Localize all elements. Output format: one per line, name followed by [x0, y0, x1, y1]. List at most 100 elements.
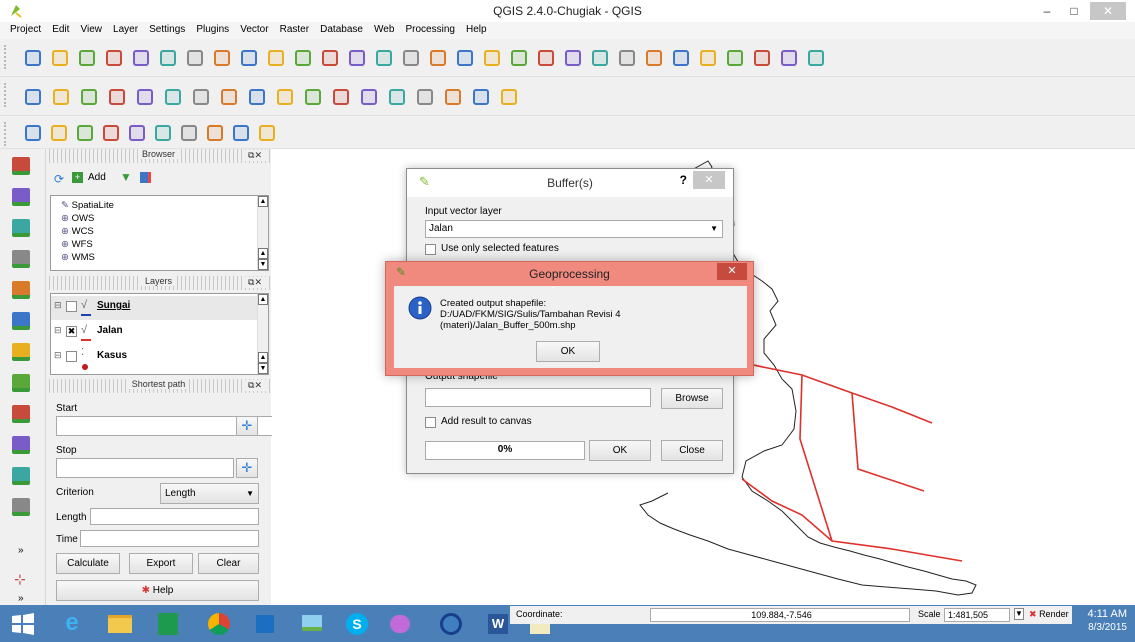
length-output[interactable] [90, 508, 259, 525]
add-postgis-layer-icon[interactable] [74, 122, 96, 144]
collapse-icon[interactable]: ⊟ [54, 325, 62, 336]
minimize-button[interactable]: – [1034, 2, 1060, 20]
layer-visibility-checkbox[interactable]: ✖ [66, 326, 77, 337]
label-move-icon[interactable] [386, 86, 408, 108]
zoom-out-icon[interactable] [265, 47, 287, 69]
close-icon[interactable]: ✕ [717, 263, 747, 280]
export-button[interactable]: Export [129, 553, 193, 574]
add-raster-layer-icon[interactable] [48, 122, 70, 144]
menu-database[interactable]: Database [316, 22, 367, 35]
scroll-up-icon[interactable]: ▲ [258, 248, 268, 259]
new-print-composer-icon[interactable] [130, 47, 152, 69]
add-oracle-icon[interactable] [12, 312, 34, 334]
add-wms-icon[interactable] [12, 374, 34, 396]
add-wfs-layer-icon[interactable] [230, 122, 252, 144]
toolbar-grip[interactable] [4, 83, 9, 107]
deselect-icon[interactable] [535, 47, 557, 69]
layers-tree[interactable]: ⊟ √ Sungai ⊟ ✖ √ Jalan ⊟ ⁚ Kasus ▲ ▲ ▼ [50, 293, 269, 375]
save-project-icon[interactable] [76, 47, 98, 69]
calculate-button[interactable]: Calculate [56, 553, 120, 574]
chrome-icon[interactable] [198, 609, 238, 639]
add-feature-icon[interactable] [106, 86, 128, 108]
delete-selected-icon[interactable] [190, 86, 212, 108]
select-icon[interactable] [508, 47, 530, 69]
collapse-icon[interactable]: ⊟ [54, 300, 62, 311]
copy-features-icon[interactable] [246, 86, 268, 108]
scroll-up-icon[interactable]: ▲ [258, 352, 268, 363]
expand-icon[interactable]: » [18, 545, 24, 556]
outlook-icon[interactable] [246, 609, 286, 639]
csw-icon[interactable] [498, 86, 520, 108]
refresh-icon[interactable] [454, 47, 476, 69]
add-spatialite-layer-icon[interactable] [100, 122, 122, 144]
store-icon[interactable] [148, 609, 188, 639]
add-icon[interactable]: + [72, 172, 83, 183]
filter-icon[interactable]: ▼ [120, 170, 132, 184]
zoom-next-icon[interactable] [427, 47, 449, 69]
toggle-editing-icon[interactable] [50, 86, 72, 108]
panel-float-close-icon[interactable]: ⧉✕ [243, 277, 267, 288]
add-wcs-icon[interactable] [12, 405, 34, 427]
search-app-icon[interactable] [430, 609, 470, 639]
start-button[interactable] [8, 609, 48, 639]
tree-item-ows[interactable]: ⊕ OWS [61, 213, 94, 224]
composer-manager-icon[interactable] [157, 47, 179, 69]
menu-settings[interactable]: Settings [145, 22, 189, 35]
cut-features-icon[interactable] [218, 86, 240, 108]
add-result-checkbox[interactable] [425, 417, 436, 428]
file-explorer-icon[interactable] [100, 609, 140, 639]
toolbar-grip[interactable] [4, 122, 9, 146]
tree-item-wms[interactable]: ⊕ WMS [61, 252, 95, 263]
menu-vector[interactable]: Vector [236, 22, 272, 35]
layer-row-jalan[interactable]: ⊟ ✖ √ Jalan [51, 321, 258, 345]
properties-icon[interactable] [140, 172, 151, 183]
expand-icon[interactable]: » [18, 593, 24, 604]
add-wms-layer-icon[interactable] [178, 122, 200, 144]
annotation-icon[interactable] [724, 47, 746, 69]
layers-scrollbar[interactable]: ▲ ▲ ▼ [257, 294, 268, 374]
collapse-icon[interactable]: ⊟ [54, 350, 62, 361]
add-wfs-icon[interactable] [12, 436, 34, 458]
save-edits-icon[interactable] [78, 86, 100, 108]
edit-pencil-icon[interactable] [22, 86, 44, 108]
add-mssql-layer-icon[interactable] [126, 122, 148, 144]
close-icon[interactable]: ✕ [693, 171, 725, 189]
toolbar-grip[interactable] [4, 45, 9, 69]
criterion-select[interactable]: Length ▼ [160, 483, 259, 504]
label-show-hide-icon[interactable] [358, 86, 380, 108]
capture-start-point-icon[interactable]: ✛ [236, 416, 258, 436]
layer-row-kasus[interactable]: ⊟ ⁚ Kasus [51, 346, 258, 370]
zoom-in-icon[interactable] [238, 47, 260, 69]
node-tool-icon[interactable] [162, 86, 184, 108]
new-shapefile-icon[interactable] [256, 122, 278, 144]
skype-icon[interactable]: S [336, 609, 376, 639]
zoom-actual-icon[interactable] [292, 47, 314, 69]
panel-float-close-icon[interactable]: ⧉✕ [243, 380, 267, 391]
add-postgis-icon[interactable] [12, 219, 34, 241]
menu-processing[interactable]: Processing [401, 22, 458, 35]
field-calculator-icon[interactable] [562, 47, 584, 69]
attribute-table-icon[interactable] [589, 47, 611, 69]
scale-dropdown-icon[interactable]: ▼ [1014, 608, 1024, 620]
identify-icon[interactable] [481, 47, 503, 69]
input-layer-select[interactable]: Jalan ▼ [425, 220, 723, 238]
tree-item-wcs[interactable]: ⊕ WCS [61, 226, 94, 237]
add-raster-icon[interactable] [12, 188, 34, 210]
scroll-down-icon[interactable]: ▼ [258, 363, 268, 374]
new-project-icon[interactable] [22, 47, 44, 69]
add-wcs-layer-icon[interactable] [204, 122, 226, 144]
zoom-to-layer-icon[interactable] [373, 47, 395, 69]
output-shapefile-input[interactable] [425, 388, 651, 407]
help-button[interactable]: ✱ Help [56, 580, 259, 601]
layer-visibility-checkbox[interactable] [66, 301, 77, 312]
scroll-up-icon[interactable]: ▲ [258, 294, 268, 305]
internet-explorer-icon[interactable]: e [52, 609, 92, 639]
maximize-button[interactable]: □ [1061, 2, 1087, 20]
add-spatialite-icon[interactable] [12, 250, 34, 272]
pan-map-icon[interactable] [184, 47, 206, 69]
browse-button[interactable]: Browse [661, 388, 723, 409]
label-rotate-icon[interactable] [414, 86, 436, 108]
clear-button[interactable]: Clear [198, 553, 259, 574]
scroll-down-icon[interactable]: ▼ [258, 259, 268, 270]
tree-item-wfs[interactable]: ⊕ WFS [61, 239, 93, 250]
